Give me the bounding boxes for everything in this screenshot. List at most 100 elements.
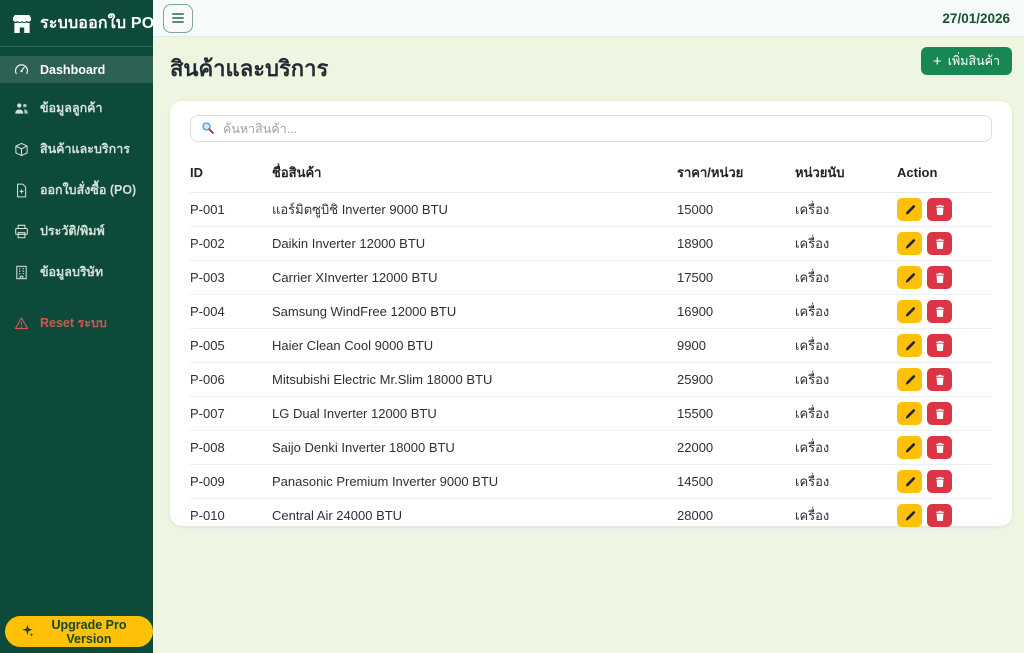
add-product-label: เพิ่มสินค้า [947, 54, 1000, 68]
delete-button[interactable] [927, 232, 952, 255]
delete-button[interactable] [927, 266, 952, 289]
product-price: 17500 [677, 260, 795, 295]
delete-button[interactable] [927, 334, 952, 357]
action-buttons [897, 368, 988, 391]
edit-button[interactable] [897, 470, 922, 493]
sidebar-item-po[interactable]: ออกใบสั่งซื้อ (PO) [0, 174, 153, 206]
add-product-button[interactable]: + เพิ่มสินค้า [920, 47, 1012, 75]
trash-icon [934, 340, 946, 352]
delete-button[interactable] [927, 368, 952, 391]
sidebar-item-label: ข้อมูลบริษัท [40, 265, 104, 279]
edit-button[interactable] [897, 198, 922, 221]
action-buttons [897, 402, 988, 425]
delete-button[interactable] [927, 504, 952, 527]
edit-button[interactable] [897, 368, 922, 391]
page-header: สินค้าและบริการ + เพิ่มสินค้า [170, 47, 1012, 86]
sidebar-toggle-button[interactable] [163, 3, 193, 33]
sidebar-item-label: ออกใบสั่งซื้อ (PO) [40, 183, 137, 197]
edit-button[interactable] [897, 232, 922, 255]
action-buttons [897, 198, 988, 221]
sidebar-item-label: Reset ระบบ [40, 316, 107, 330]
sidebar-item-label: Dashboard [40, 62, 106, 77]
edit-button[interactable] [897, 402, 922, 425]
pencil-icon [904, 476, 916, 488]
building-icon [14, 265, 29, 280]
pencil-icon [904, 238, 916, 250]
action-buttons [897, 504, 988, 527]
product-unit: เครื่อง [795, 498, 897, 533]
sidebar-item-reset[interactable]: Reset ระบบ [0, 307, 153, 339]
action-buttons [897, 470, 988, 493]
warning-icon [14, 316, 29, 331]
action-buttons [897, 232, 988, 255]
product-id: P-006 [190, 362, 272, 397]
product-id: P-009 [190, 464, 272, 499]
edit-button[interactable] [897, 504, 922, 527]
delete-button[interactable] [927, 300, 952, 323]
trash-icon [934, 306, 946, 318]
app-title: ระบบออกใบ PO [40, 15, 155, 32]
pencil-icon [904, 442, 916, 454]
product-unit: เครื่อง [795, 396, 897, 431]
table-row: P-007 LG Dual Inverter 12000 BTU 15500 เครื… [190, 396, 992, 431]
product-price: 16900 [677, 294, 795, 329]
product-price: 14500 [677, 464, 795, 499]
main-column: 27/01/2026 สินค้าและบริการ + เพิ่มสินค้า [153, 0, 1024, 653]
edit-button[interactable] [897, 436, 922, 459]
search-bar [190, 115, 992, 142]
upgrade-pro-button[interactable]: Upgrade Pro Version [5, 616, 153, 647]
action-buttons [897, 266, 988, 289]
table-header-row: ID ชื่อสินค้า ราคา/หน่วย หน่วยนับ Action [190, 153, 992, 193]
header-action: Action [897, 153, 992, 193]
sidebar-item-company[interactable]: ข้อมูลบริษัท [0, 256, 153, 288]
product-name: Samsung WindFree 12000 BTU [272, 294, 677, 329]
file-plus-icon [14, 183, 29, 198]
product-id: P-008 [190, 430, 272, 465]
action-buttons [897, 334, 988, 357]
action-buttons [897, 436, 988, 459]
pencil-icon [904, 272, 916, 284]
delete-button[interactable] [927, 436, 952, 459]
product-price: 9900 [677, 328, 795, 363]
trash-icon [934, 408, 946, 420]
pencil-icon [904, 408, 916, 420]
printer-icon [14, 224, 29, 239]
product-name: Saijo Denki Inverter 18000 BTU [272, 430, 677, 465]
product-price: 15000 [677, 192, 795, 227]
pencil-icon [904, 306, 916, 318]
table-row: P-005 Haier Clean Cool 9000 BTU 9900 เครื่อ… [190, 328, 992, 363]
main-content: สินค้าและบริการ + เพิ่มสินค้า ID ช [153, 37, 1024, 653]
current-date: 27/01/2026 [942, 10, 1010, 26]
table-row: P-010 Central Air 24000 BTU 28000 เครื่อง [190, 498, 992, 533]
search-input[interactable] [190, 115, 992, 142]
page-title: สินค้าและบริการ [170, 56, 329, 81]
product-price: 25900 [677, 362, 795, 397]
sparkle-icon [21, 624, 34, 640]
delete-button[interactable] [927, 198, 952, 221]
delete-button[interactable] [927, 470, 952, 493]
header-id: ID [190, 153, 272, 193]
edit-button[interactable] [897, 266, 922, 289]
product-unit: เครื่อง [795, 430, 897, 465]
product-name: Daikin Inverter 12000 BTU [272, 226, 677, 261]
trash-icon [934, 442, 946, 454]
sidebar-item-history-print[interactable]: ประวัติ/พิมพ์ [0, 215, 153, 247]
upgrade-pro-label: Upgrade Pro Version [51, 617, 127, 646]
app-root: ระบบออกใบ PO Dashboard ข้อมูลลูกค้า สินค้า… [0, 0, 1024, 653]
shop-icon [12, 14, 32, 34]
action-buttons [897, 300, 988, 323]
products-table: ID ชื่อสินค้า ราคา/หน่วย หน่วยนับ Action… [190, 153, 992, 533]
product-unit: เครื่อง [795, 192, 897, 227]
sidebar-item-dashboard[interactable]: Dashboard [0, 56, 153, 83]
sidebar-item-customers[interactable]: ข้อมูลลูกค้า [0, 92, 153, 124]
edit-button[interactable] [897, 300, 922, 323]
product-name: แอร์มิตซูบิชิ Inverter 9000 BTU [272, 192, 677, 227]
product-id: P-002 [190, 226, 272, 261]
sidebar-item-products[interactable]: สินค้าและบริการ [0, 133, 153, 165]
box-icon [14, 142, 29, 157]
edit-button[interactable] [897, 334, 922, 357]
delete-button[interactable] [927, 402, 952, 425]
table-row: P-006 Mitsubishi Electric Mr.Slim 18000 B… [190, 362, 992, 397]
table-body: P-001 แอร์มิตซูบิชิ Inverter 9000 BTU 1500… [190, 192, 992, 533]
product-price: 18900 [677, 226, 795, 261]
